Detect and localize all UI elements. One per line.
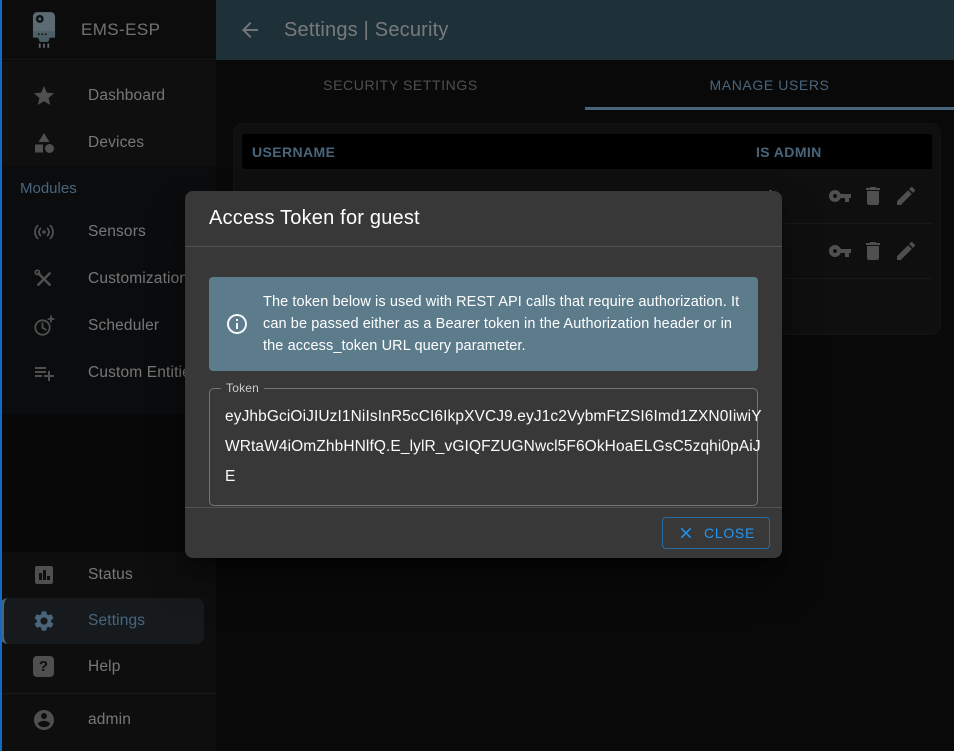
token-field-label: Token	[221, 381, 264, 395]
close-icon	[677, 524, 695, 542]
dialog-title: Access Token for guest	[185, 191, 782, 247]
dialog-actions: CLOSE	[185, 507, 782, 558]
access-token-dialog: Access Token for guest The token below i…	[185, 191, 782, 558]
token-field[interactable]: Token eyJhbGciOiJIUzI1NiIsInR5cCI6IkpXVC…	[209, 388, 758, 506]
window-edge-accent	[0, 0, 2, 751]
close-button-label: CLOSE	[704, 525, 755, 541]
info-icon	[225, 312, 249, 336]
info-alert: The token below is used with REST API ca…	[209, 277, 758, 371]
ems-esp-app: EMS-ESP Dashboard Devices Modules	[0, 0, 954, 751]
alert-message: The token below is used with REST API ca…	[263, 291, 742, 357]
dialog-content: The token below is used with REST API ca…	[185, 247, 782, 506]
close-button[interactable]: CLOSE	[662, 517, 770, 549]
token-value: eyJhbGciOiJIUzI1NiIsInR5cCI6IkpXVCJ9.eyJ…	[225, 402, 762, 492]
